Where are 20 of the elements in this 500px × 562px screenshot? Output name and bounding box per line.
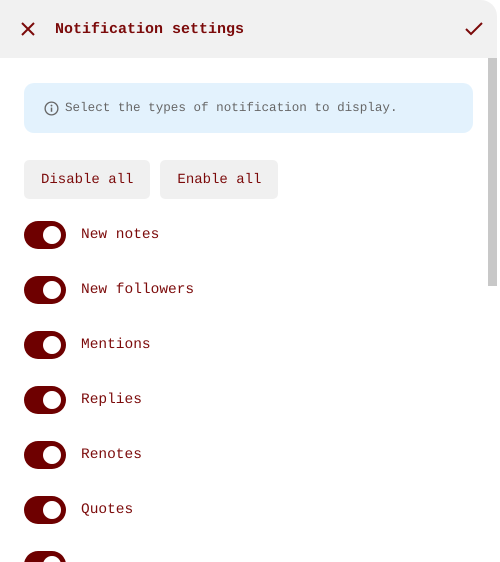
toggle-switch[interactable] — [24, 496, 66, 524]
toggle-switch[interactable] — [24, 441, 66, 469]
toggle-label: New followers — [81, 282, 194, 298]
close-icon[interactable] — [20, 21, 36, 37]
confirm-check-icon[interactable] — [465, 22, 483, 36]
disable-all-button[interactable]: Disable all — [24, 160, 150, 199]
scrollbar-thumb[interactable] — [488, 58, 497, 286]
toggle-switch[interactable] — [24, 221, 66, 249]
toggle-switch[interactable] — [24, 331, 66, 359]
toggle-label: Quotes — [81, 502, 134, 518]
toggle-label: Replies — [81, 392, 142, 408]
dialog-title: Notification settings — [55, 20, 244, 38]
info-text: Select the types of notification to display. — [65, 101, 398, 115]
toggle-label: New notes — [81, 227, 160, 243]
toggle-switch[interactable] — [24, 386, 66, 414]
toggle-switch[interactable] — [24, 276, 66, 304]
enable-all-button[interactable]: Enable all — [160, 160, 278, 199]
toggle-label: Renotes — [81, 447, 142, 463]
info-icon — [44, 100, 59, 116]
toggle-label: Mentions — [81, 337, 151, 353]
